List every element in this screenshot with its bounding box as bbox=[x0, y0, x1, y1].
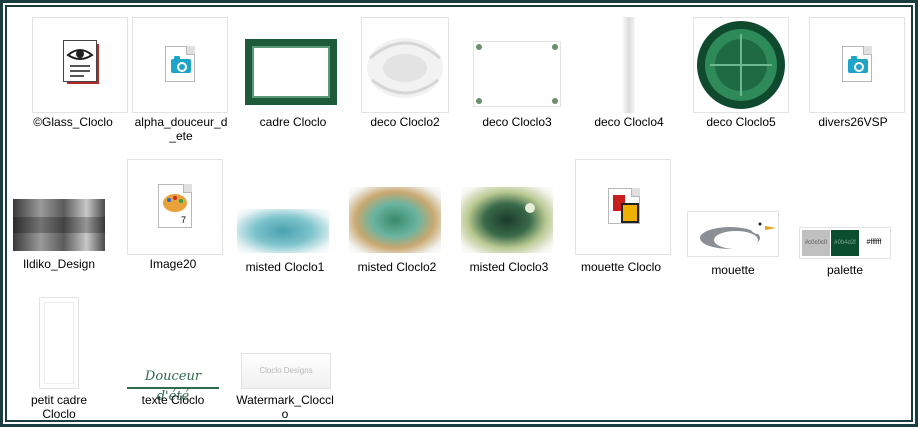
deco2-graphic bbox=[367, 38, 443, 98]
cadre-thumbnail bbox=[245, 39, 337, 105]
file-name: deco Cloclo5 bbox=[706, 115, 776, 129]
file-name: deco Cloclo4 bbox=[594, 115, 664, 129]
watermark-thumbnail: Cloclo Designs bbox=[241, 353, 331, 389]
thumbnail-box bbox=[32, 17, 128, 113]
corner-ornament bbox=[552, 44, 558, 50]
file-name: mouette Cloclo bbox=[580, 260, 662, 274]
misted2-thumbnail bbox=[349, 187, 441, 253]
misted3-thumbnail bbox=[461, 187, 553, 253]
thumbnail-box bbox=[575, 159, 671, 255]
deco5-thumbnail bbox=[693, 17, 789, 113]
file-name: misted Cloclo2 bbox=[357, 260, 437, 274]
file-name: palette bbox=[826, 263, 864, 277]
eye-icon bbox=[66, 49, 94, 77]
inner-frame bbox=[44, 302, 74, 384]
file-name: ©Glass_Cloclo bbox=[33, 115, 113, 129]
thumbnail-frame bbox=[17, 17, 129, 113]
camera-icon bbox=[171, 56, 191, 73]
corner-ornament bbox=[552, 98, 558, 104]
deco4-thumbnail bbox=[623, 17, 635, 113]
file-name: cadre Cloclo bbox=[259, 115, 327, 129]
file-name: texte Cloclo bbox=[141, 393, 205, 407]
palette-thumbnail: #c0c0c0 #0b4d2f #ffffff bbox=[799, 227, 891, 259]
image-file-icon bbox=[842, 46, 872, 82]
palette-swatch-silver: #c0c0c0 bbox=[802, 230, 830, 256]
file-name: misted Cloclo1 bbox=[245, 260, 325, 274]
mouette-thumbnail bbox=[687, 211, 779, 257]
svg-text:7: 7 bbox=[181, 215, 186, 225]
thumbnail-box: 7 bbox=[127, 159, 223, 255]
palette-swatch-white: #ffffff bbox=[860, 230, 888, 256]
file-name: deco Cloclo2 bbox=[370, 115, 440, 129]
film-frame-block bbox=[621, 203, 639, 223]
corner-ornament bbox=[476, 98, 482, 104]
misted1-thumbnail bbox=[237, 209, 329, 253]
moon-icon bbox=[525, 203, 535, 213]
file-name: alpha_douceur_d _ete bbox=[134, 115, 228, 143]
camera-icon bbox=[848, 56, 868, 73]
file-name: Image20 bbox=[149, 257, 197, 271]
thumbnail-box bbox=[132, 17, 228, 113]
animation-file-icon bbox=[608, 188, 640, 224]
palette-swatch-green: #0b4d2f bbox=[831, 230, 859, 256]
deco2-thumbnail bbox=[361, 17, 449, 113]
file-name: Ildiko_Design bbox=[22, 257, 96, 271]
seagull-graphic bbox=[700, 218, 776, 249]
paint-palette-icon: 7 bbox=[158, 184, 192, 228]
petit-cadre-thumbnail bbox=[39, 297, 79, 389]
file-name: misted Cloclo3 bbox=[469, 260, 549, 274]
file-name: divers26VSP bbox=[818, 115, 888, 129]
file-explorer-view: ©Glass_Cloclo alpha_douceur_d _ete cadre… bbox=[0, 0, 918, 427]
eye-document-icon bbox=[63, 40, 97, 82]
thumbnail-box bbox=[809, 17, 905, 113]
palette-graphic: 7 bbox=[163, 194, 187, 225]
corner-ornament bbox=[476, 44, 482, 50]
texte-thumbnail-text: Douceur d'été bbox=[144, 369, 202, 404]
file-name: deco Cloclo3 bbox=[482, 115, 552, 129]
texte-thumbnail: Douceur d'été bbox=[127, 367, 219, 404]
ildiko-band bbox=[13, 217, 105, 233]
file-name: petit cadre Cloclo bbox=[30, 393, 88, 421]
file-name: mouette bbox=[711, 263, 755, 277]
deco3-thumbnail bbox=[473, 41, 561, 107]
ildiko-thumbnail bbox=[13, 199, 105, 251]
file-name: Watermark_Cloccl o bbox=[236, 393, 334, 421]
deco5-graphic bbox=[697, 21, 785, 109]
watermark-thumbnail-text: Cloclo Designs bbox=[259, 366, 313, 375]
image-file-icon bbox=[165, 46, 195, 82]
